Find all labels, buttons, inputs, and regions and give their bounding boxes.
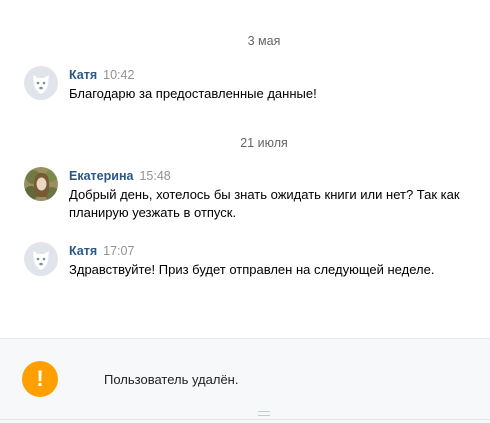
message-time[interactable]: 15:48 bbox=[139, 169, 170, 183]
notice-text: Пользователь удалён. bbox=[104, 372, 239, 387]
resize-handle[interactable] bbox=[258, 411, 270, 416]
author-name[interactable]: Катя bbox=[69, 244, 97, 258]
message-header: Екатерина 15:48 bbox=[69, 169, 171, 183]
deleted-user-notice: ! Пользователь удалён. bbox=[0, 338, 490, 423]
message-text: Добрый день, хотелось бы знать ожидать к… bbox=[69, 187, 460, 220]
message-header: Катя 17:07 bbox=[69, 244, 134, 258]
warning-icon: ! bbox=[22, 361, 58, 397]
message-item: Катя 10:42 Благодарю за предоставленные д… bbox=[24, 66, 474, 106]
message-item: Екатерина 15:48 Добрый день, хотелось бы … bbox=[24, 167, 474, 225]
message-time[interactable]: 10:42 bbox=[103, 68, 134, 82]
message-text: Благодарю за предоставленные данные! bbox=[69, 86, 317, 101]
date-separator: 3 мая bbox=[247, 34, 281, 48]
deleted-user-dog-icon bbox=[24, 242, 58, 276]
author-name[interactable]: Екатерина bbox=[69, 169, 133, 183]
avatar[interactable] bbox=[24, 167, 58, 201]
message-text: Здравствуйте! Приз будет отправлен на сл… bbox=[69, 262, 435, 277]
avatar[interactable] bbox=[24, 66, 58, 100]
message-header: Катя 10:42 bbox=[69, 68, 134, 82]
message-item: Катя 17:07 Здравствуйте! Приз будет отпра… bbox=[24, 242, 474, 282]
avatar[interactable] bbox=[24, 242, 58, 276]
deleted-user-dog-icon bbox=[24, 66, 58, 100]
divider bbox=[0, 419, 490, 420]
author-name[interactable]: Катя bbox=[69, 68, 97, 82]
date-separator: 21 июля bbox=[240, 136, 288, 150]
user-photo-icon bbox=[24, 167, 58, 201]
chat-history: 3 мая Катя 10:42 Благодарю за предоставле… bbox=[0, 0, 490, 338]
message-time[interactable]: 17:07 bbox=[103, 244, 134, 258]
